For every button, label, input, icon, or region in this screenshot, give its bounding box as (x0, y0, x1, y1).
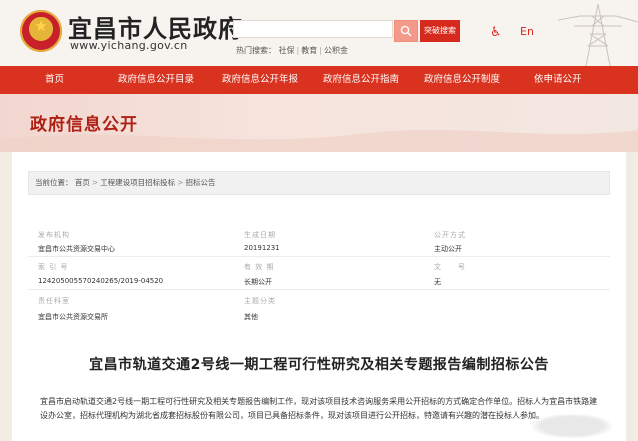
index-value: 124205005570240265/2019-04520 (38, 277, 164, 285)
nav-item-annual-report[interactable]: 政府信息公开年报 (222, 66, 298, 94)
hot-link-housing-fund[interactable]: 公积金 (324, 46, 348, 55)
meta-divider (28, 289, 610, 290)
hot-search: 热门搜索： 社保 | 教育 | 公积金 (236, 46, 348, 55)
publisher-label: 发布机构 (38, 231, 70, 239)
nav-item-home[interactable]: 首页 (45, 66, 64, 94)
advanced-search-button[interactable]: 突破搜索 (420, 20, 460, 42)
breadcrumb-prefix: 当前位置： (35, 178, 73, 187)
hot-link-social-security[interactable]: 社保 (279, 46, 295, 55)
topic-label: 主题分类 (244, 297, 276, 305)
nav-item-apply-disclosure[interactable]: 依申请公开 (534, 66, 582, 94)
power-tower-decoration-icon (558, 3, 638, 66)
nav-item-disclosure-catalog[interactable]: 政府信息公开目录 (118, 66, 194, 94)
blurred-watermark (532, 414, 612, 438)
index-label: 索 引 号 (38, 263, 69, 271)
date-label: 生成日期 (244, 231, 276, 239)
date-value: 20191231 (244, 244, 280, 252)
responsible-label: 责任科室 (38, 297, 70, 305)
hot-link-education[interactable]: 教育 (301, 46, 317, 55)
validity-label: 有 效 期 (244, 263, 275, 271)
publisher-value: 宜昌市公共资源交易中心 (38, 245, 115, 253)
document-body: 宜昌市启动轨道交通2号线一期工程可行性研究及相关专题报告编制工作，现对该项目技术… (40, 397, 598, 420)
document-title: 宜昌市轨道交通2号线一期工程可行性研究及相关专题报告编制招标公告 (89, 357, 549, 373)
section-banner: 政府信息公开 (0, 94, 638, 152)
search-button[interactable] (394, 20, 418, 42)
validity-value: 长期公开 (244, 278, 272, 286)
mode-label: 公开方式 (434, 231, 466, 239)
mode-value: 主动公开 (434, 245, 462, 253)
main-nav: 首页 政府信息公开目录 政府信息公开年报 政府信息公开指南 政府信息公开制度 依… (0, 66, 638, 94)
breadcrumb-item-bidding[interactable]: 工程建设项目招标投标 (100, 178, 175, 187)
national-emblem-icon: ★ (20, 10, 62, 52)
content-panel: 当前位置： 首页 > 工程建设项目招标投标 > 招标公告 发布机构 宜昌市公共资源交易中… (12, 152, 626, 441)
search-icon (400, 25, 412, 37)
doc-number-label: 文 号 (434, 263, 466, 271)
breadcrumb-item-notice[interactable]: 招标公告 (185, 178, 215, 187)
hot-search-label: 热门搜索： (236, 46, 276, 55)
nav-item-disclosure-rules[interactable]: 政府信息公开制度 (424, 66, 500, 94)
topic-value: 其他 (244, 313, 258, 321)
site-url: www.yichang.gov.cn (70, 39, 188, 52)
breadcrumb-item-home[interactable]: 首页 (75, 178, 90, 187)
nav-item-disclosure-guide[interactable]: 政府信息公开指南 (323, 66, 399, 94)
english-language-link[interactable]: En (520, 25, 534, 38)
meta-divider (28, 256, 610, 257)
breadcrumb: 当前位置： 首页 > 工程建设项目招标投标 > 招标公告 (28, 171, 610, 195)
accessibility-icon[interactable]: ♿ (490, 25, 502, 40)
document-meta-table: 发布机构 宜昌市公共资源交易中心 生成日期 20191231 公开方式 主动公开… (28, 226, 610, 326)
banner-title: 政府信息公开 (30, 115, 138, 135)
doc-number-value: 无 (434, 278, 441, 286)
responsible-value: 宜昌市公共资源交易所 (38, 313, 108, 321)
search-input[interactable] (233, 20, 393, 38)
site-header: ★ 宜昌市人民政府 www.yichang.gov.cn 突破搜索 热门搜索： … (0, 0, 638, 66)
